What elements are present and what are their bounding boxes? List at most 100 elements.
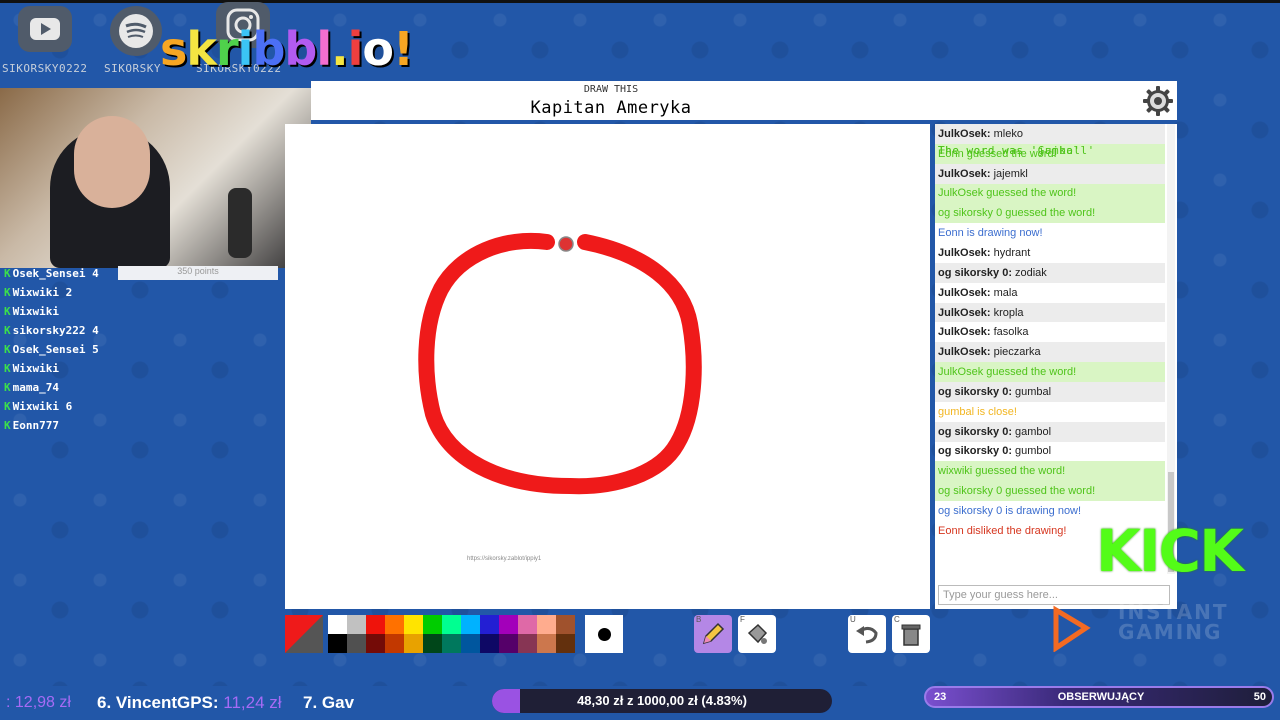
palette-color-swatch[interactable]: [518, 615, 537, 634]
chat-system-text: wixwiki guessed the word!: [938, 465, 1066, 478]
palette-color-swatch[interactable]: [347, 634, 366, 653]
follower-goal-bar: 23 OBSERWUJĄCY 50: [924, 686, 1274, 708]
palette-color-swatch[interactable]: [366, 634, 385, 653]
palette-color-swatch[interactable]: [347, 615, 366, 634]
palette-color-swatch[interactable]: [480, 615, 499, 634]
palette-color-swatch[interactable]: [423, 634, 442, 653]
undo-icon: [856, 626, 878, 644]
chat-system-text: JulkOsek guessed the word!: [938, 187, 1077, 200]
chat-username: og sikorsky 0:: [938, 266, 1012, 279]
youtube-icon: [18, 6, 72, 52]
player-score: 2: [65, 286, 73, 299]
game-header: DRAW THIS Kapitan Ameryka: [311, 81, 1177, 120]
chat-system-text: gumbal is close!: [938, 405, 1017, 418]
palette-color-swatch[interactable]: [385, 634, 404, 653]
palette-color-swatch[interactable]: [442, 634, 461, 653]
palette-color-swatch[interactable]: [461, 615, 480, 634]
undo-key: U: [850, 615, 856, 624]
chat-username: JulkOsek:: [938, 127, 991, 140]
palette-color-swatch[interactable]: [518, 634, 537, 653]
donation-ticker-amount: : 12,98 zł: [6, 694, 71, 711]
player-score: 4: [92, 324, 99, 337]
chat-text: pieczarka: [993, 346, 1041, 359]
undo-button[interactable]: U: [848, 615, 886, 653]
chat-username: JulkOsek:: [938, 306, 991, 319]
player-score: 5: [92, 343, 99, 356]
palette-color-swatch[interactable]: [385, 615, 404, 634]
microphone: [228, 188, 252, 258]
player-name: mama_74: [12, 381, 59, 394]
chat-scrollbar[interactable]: [1167, 124, 1175, 574]
chat-text: gumbal: [1014, 385, 1052, 398]
donation-ticker-entry: 6. VincentGPS: 11,24 zł: [97, 693, 282, 713]
brush-size-dot: [597, 627, 611, 641]
kick-badge-icon: K: [4, 267, 11, 280]
player-list: K Osek_Sensei 4 K Wixwiki 2 K Wixwiki Ksikors…: [4, 264, 144, 435]
player-row: K Wixwiki 6: [4, 397, 144, 416]
player-row: K Wixwiki: [4, 359, 144, 378]
palette-color-swatch[interactable]: [480, 634, 499, 653]
kick-badge-icon: K: [4, 343, 11, 356]
kick-badge-icon: K: [4, 419, 11, 432]
clear-button[interactable]: C: [892, 615, 930, 653]
chat-messages: JulkOsek: mleko Eonn guessed the word! Julk…: [935, 124, 1165, 541]
kick-badge-icon: K: [4, 400, 11, 413]
palette-color-swatch[interactable]: [556, 615, 575, 634]
palette-color-swatch[interactable]: [537, 634, 556, 653]
draw-this-label: DRAW THIS: [583, 84, 639, 95]
fill-tool[interactable]: F: [738, 615, 776, 653]
chat-username: og sikorsky 0:: [938, 425, 1012, 438]
donation-goal-bar: 48,30 zł z 1000,00 zł (4.83%): [492, 689, 832, 713]
handle-spotify: SIKORSKY: [104, 62, 161, 75]
top-border: [0, 0, 1280, 3]
palette-color-swatch[interactable]: [366, 615, 385, 634]
chat-system-text: og sikorsky 0 is drawing now!: [938, 504, 1082, 517]
goal-text: 48,30 zł z 1000,00 zł (4.83%): [577, 693, 747, 708]
kick-badge-icon: K: [4, 305, 11, 318]
palette-color-swatch[interactable]: [499, 634, 518, 653]
palette-color-swatch[interactable]: [404, 615, 423, 634]
chat-text: gambol: [1014, 425, 1052, 438]
chat-system-text: og sikorsky 0 guessed the word!: [938, 485, 1096, 498]
current-word: Kapitan Ameryka: [530, 98, 692, 118]
chat-message: JulkOsek: fasolka: [935, 322, 1165, 342]
player-row: K Osek_Sensei 5: [4, 340, 144, 359]
player-name: Wixwiki: [12, 305, 59, 318]
palette-color-swatch[interactable]: [328, 634, 347, 653]
settings-button[interactable]: [1141, 84, 1175, 118]
webcam-feed: [0, 88, 311, 268]
chat-username: JulkOsek:: [938, 326, 991, 339]
drawing-canvas[interactable]: https://sikorsky.zablot/ippiy1: [285, 124, 930, 609]
chat-text: gumbol: [1014, 445, 1052, 458]
palette-color-swatch[interactable]: [442, 615, 461, 634]
chat-message: og sikorsky 0 guessed the word!: [935, 481, 1165, 502]
player-name: Wixwiki: [12, 362, 59, 375]
chat-message: JulkOsek: kropla: [935, 302, 1165, 323]
chat-message: Eonn is drawing now!: [935, 223, 1165, 243]
chat-message: og sikorsky 0: gumbal: [935, 381, 1165, 402]
chat-system-text: The word was 'Gumball': [938, 144, 1095, 158]
chat-text: kropla: [993, 306, 1024, 319]
instant-gaming-icon: [1053, 605, 1091, 652]
palette-color-swatch[interactable]: [423, 615, 442, 634]
kick-badge-icon: K: [4, 381, 11, 394]
chat-text: mala: [993, 286, 1018, 299]
palette-color-swatch[interactable]: [328, 615, 347, 634]
chat-message: wixwiki guessed the word!: [935, 461, 1165, 482]
player-row: Kmama_74: [4, 378, 144, 397]
palette-color-swatch[interactable]: [404, 634, 423, 653]
chat-message: og sikorsky 0: zodiak: [935, 262, 1165, 283]
palette-color-swatch[interactable]: [461, 634, 480, 653]
follower-label: OBSERWUJĄCY: [1057, 691, 1145, 703]
brush-size-button[interactable]: [585, 615, 623, 653]
chat-text: mleko: [993, 127, 1023, 140]
palette-color-swatch[interactable]: [537, 615, 556, 634]
palette-color-swatch[interactable]: [556, 634, 575, 653]
pencil-tool[interactable]: B: [694, 615, 732, 653]
player-name: Wixwiki: [12, 400, 59, 413]
donation-ticker-next: 7. Gav: [303, 693, 355, 712]
chat-username: og sikorsky 0:: [938, 385, 1012, 398]
chat-message: og sikorsky 0: gambol: [935, 421, 1165, 442]
palette-color-swatch[interactable]: [499, 615, 518, 634]
chat-message: JulkOsek: mala: [935, 283, 1165, 303]
